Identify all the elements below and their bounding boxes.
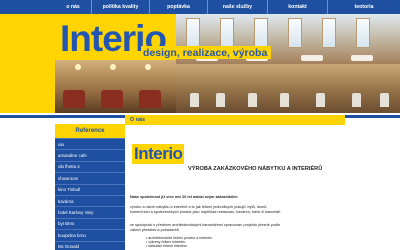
- sidebar-item-koupelna[interactable]: koupelna brno: [55, 229, 125, 241]
- services-paragraph: výrobu a návrh nábytku a interiérů a to …: [130, 205, 345, 215]
- sidebar-item-amandine-cafe[interactable]: amandine cafe: [55, 149, 125, 161]
- nav-item-teotoria[interactable]: teotoria: [327, 0, 400, 14]
- nav-item-politika-kvality[interactable]: politika kvality: [91, 0, 149, 14]
- nav-item-o-nas[interactable]: o nás: [55, 0, 91, 14]
- reference-sidebar: Reference oia amandine cafe ola fhetta 4…: [55, 124, 125, 250]
- list-item: kalkulaci řešení interiéru: [146, 244, 212, 248]
- intro-paragraph: Naše společnost již více než 20 let nabí…: [130, 195, 345, 200]
- interior-photo-bottom: [176, 64, 400, 113]
- nav-item-kontakt[interactable]: kontakt: [267, 0, 327, 14]
- sidebar-item-mc-donald[interactable]: Mc Donald: [55, 240, 125, 250]
- header-banner: Interio design, realizace, výroba: [0, 14, 400, 113]
- content-title: O nás: [125, 115, 345, 125]
- nav-item-poptavka[interactable]: poptávka: [149, 0, 207, 14]
- sidebar-item-kavarna[interactable]: kavárna: [55, 194, 125, 207]
- sidebar-item-showroom[interactable]: showroom: [55, 172, 125, 184]
- cooperation-line-2: vašich představ a požadavků: [130, 228, 179, 232]
- top-navigation: o nás politika kvality poptávka naše slu…: [0, 0, 400, 14]
- sidebar-item-hotel[interactable]: hotel Karlovy Vary: [55, 206, 125, 218]
- cooperation-paragraph: ve spolupráci s předními architektonický…: [130, 223, 345, 233]
- services-list: architektonické řešení prostor a interié…: [146, 236, 212, 249]
- sidebar-item-oia[interactable]: oia: [55, 138, 125, 150]
- sidebar-item-byt-brno[interactable]: byt Brno: [55, 217, 125, 230]
- slogan: design, realizace, výroba: [141, 46, 272, 59]
- sidebar-heading: Reference: [55, 124, 125, 138]
- page: o nás politika kvality poptávka naše slu…: [0, 0, 400, 250]
- slogan-text: design, realizace, výroba: [143, 47, 268, 59]
- sidebar-item-kino[interactable]: kino Tinbull: [55, 183, 125, 195]
- services-line-2: komerčních a společenských prostor jako …: [130, 210, 281, 214]
- nav-item-nase-sluzby[interactable]: naše služby: [207, 0, 267, 14]
- intro-text: Naše společnost již více než 20 let nabí…: [130, 195, 239, 199]
- sidebar-item-ola-fhetta[interactable]: ola fhetta 4: [55, 160, 125, 173]
- interior-photo-left: [55, 60, 176, 113]
- content-logo: Interio: [132, 144, 185, 164]
- content-heading: VÝROBA ZAKÁZKOVÉHO NÁBYTKU A INTERIÉRŮ: [188, 166, 323, 172]
